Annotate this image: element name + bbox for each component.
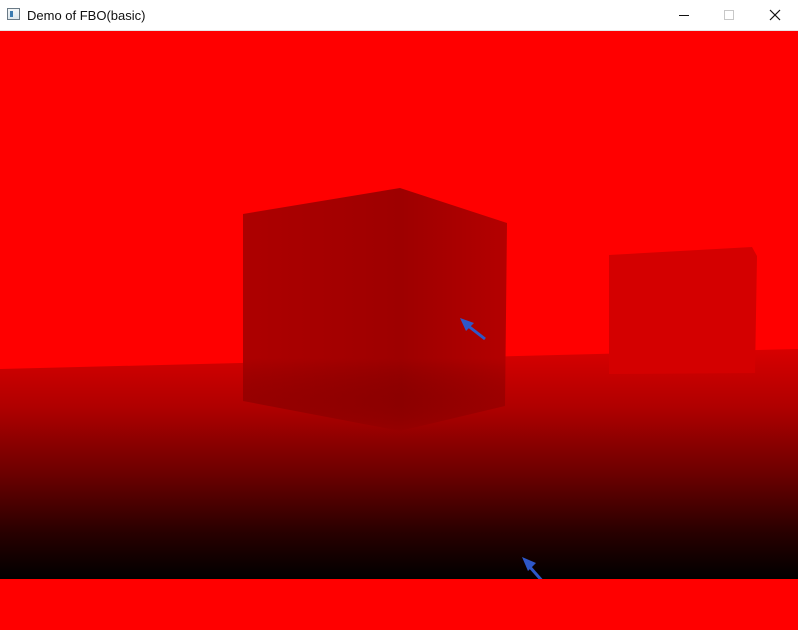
maximize-button[interactable] xyxy=(706,0,752,30)
title-bar[interactable]: Demo of FBO(basic) xyxy=(0,0,798,31)
close-button[interactable] xyxy=(752,0,798,30)
minimize-icon xyxy=(679,15,689,16)
render-viewport[interactable] xyxy=(0,31,798,630)
maximize-icon xyxy=(724,10,734,20)
small-cube xyxy=(609,247,757,374)
large-cube-shading xyxy=(243,188,507,431)
bottom-red-strip xyxy=(0,579,798,630)
console-app-icon xyxy=(7,8,20,20)
minimize-button[interactable] xyxy=(661,0,707,30)
app-window: Demo of FBO(basic) xyxy=(0,0,798,630)
close-icon xyxy=(769,9,781,21)
window-title: Demo of FBO(basic) xyxy=(27,8,146,23)
